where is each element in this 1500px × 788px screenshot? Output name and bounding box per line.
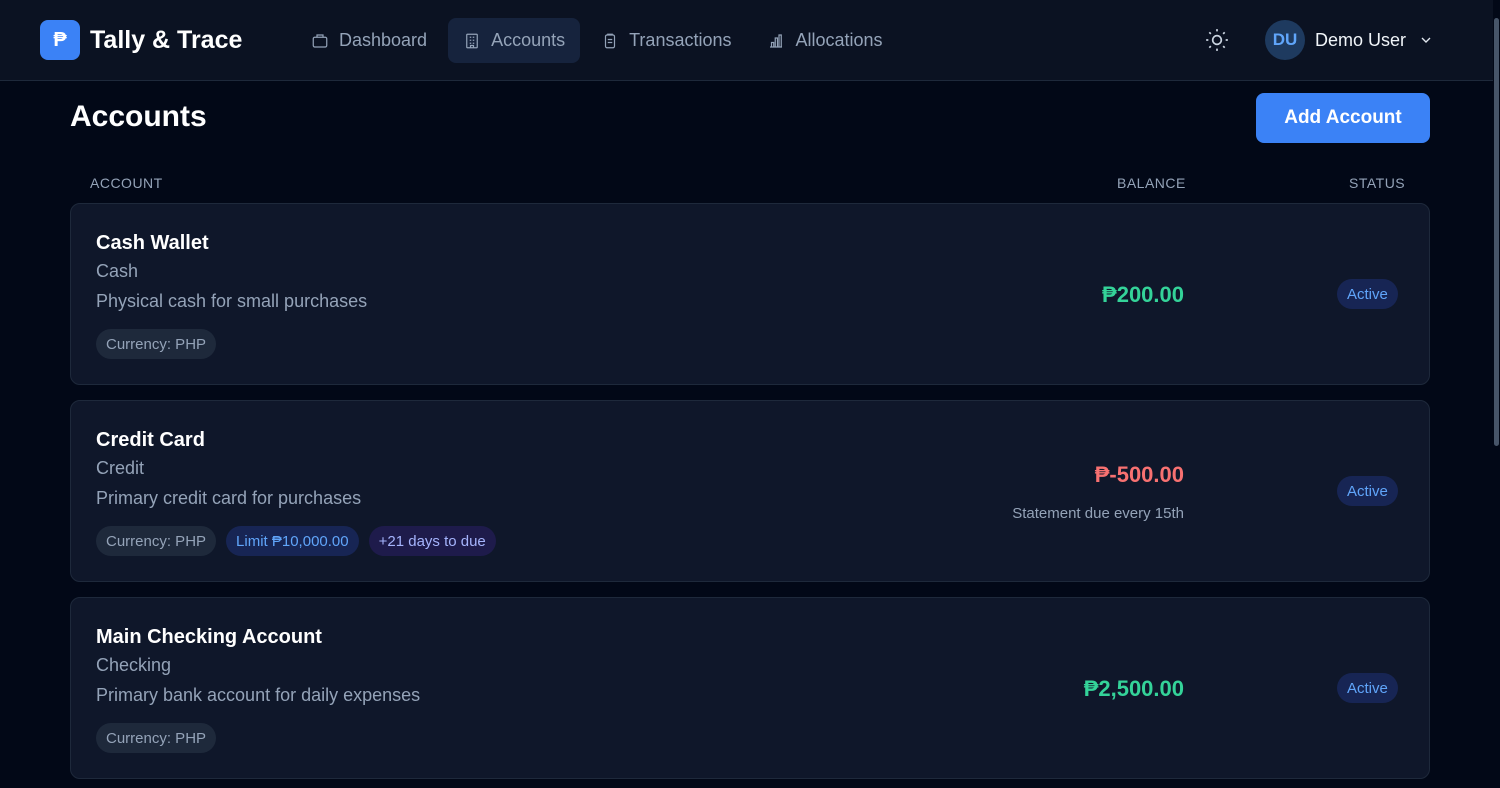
statement-due-note: Statement due every 15th — [1012, 505, 1184, 522]
account-balance: ₱200.00 — [1102, 282, 1184, 307]
peso-logo-icon: ₱ — [40, 20, 80, 60]
nav-transactions-label: Transactions — [629, 30, 732, 50]
status-badge: Active — [1337, 279, 1398, 309]
account-type: Credit — [96, 458, 145, 478]
sun-icon — [1206, 29, 1228, 51]
top-navbar: ₱ Tally & Trace Dashboard Accounts Trans… — [0, 0, 1500, 81]
nav-allocations[interactable]: Allocations — [752, 18, 897, 63]
currency-tag: Currency: PHP — [96, 526, 217, 556]
building-icon — [466, 33, 478, 48]
due-days-tag: +21 days to due — [368, 526, 496, 556]
brand[interactable]: ₱ Tally & Trace — [40, 20, 242, 60]
account-description: Primary bank account for daily expenses — [96, 685, 421, 705]
account-tags: Currency: PHP — [96, 329, 217, 359]
clipboard-icon — [605, 33, 616, 48]
account-type: Checking — [96, 655, 172, 675]
account-description: Physical cash for small purchases — [96, 291, 368, 311]
page-scrollbar-thumb[interactable] — [1494, 18, 1499, 446]
currency-tag: Currency: PHP — [96, 329, 217, 359]
column-header-balance: BALANCE — [1117, 175, 1186, 191]
account-name: Credit Card — [96, 429, 205, 451]
wallet-icon — [312, 33, 328, 48]
bar-chart-icon — [770, 33, 783, 48]
account-card-main-checking[interactable]: Main Checking Account Checking Primary b… — [70, 597, 1430, 779]
account-type: Cash — [96, 261, 139, 281]
account-tags: Currency: PHP Limit ₱10,000.00 +21 days … — [96, 526, 496, 556]
avatar: DU — [1265, 20, 1305, 60]
account-tags: Currency: PHP — [96, 723, 217, 753]
user-menu[interactable]: DU Demo User — [1265, 20, 1434, 60]
nav-dashboard-label: Dashboard — [339, 30, 428, 50]
page-title: Accounts — [70, 100, 207, 133]
column-header-account: ACCOUNT — [90, 175, 163, 191]
theme-toggle-button[interactable] — [1204, 27, 1230, 53]
status-badge: Active — [1337, 476, 1398, 506]
account-balance: ₱-500.00 — [1094, 462, 1184, 487]
chevron-down-icon — [1418, 32, 1434, 48]
nav-dashboard[interactable]: Dashboard — [296, 18, 442, 63]
account-card-credit-card[interactable]: Credit Card Credit Primary credit card f… — [70, 400, 1430, 582]
column-header-status: STATUS — [1349, 175, 1406, 191]
user-name: Demo User — [1315, 29, 1407, 50]
nav-allocations-label: Allocations — [795, 30, 883, 50]
account-name: Main Checking Account — [96, 626, 322, 648]
status-badge: Active — [1337, 673, 1398, 703]
nav-accounts[interactable]: Accounts — [448, 18, 581, 63]
nav-transactions[interactable]: Transactions — [586, 18, 746, 63]
account-balance: ₱2,500.00 — [1083, 676, 1184, 701]
credit-limit-tag: Limit ₱10,000.00 — [226, 526, 359, 556]
currency-tag: Currency: PHP — [96, 723, 217, 753]
account-description: Primary credit card for purchases — [96, 488, 362, 508]
main-nav: Dashboard Accounts Transactions Allocati… — [296, 18, 898, 63]
nav-accounts-label: Accounts — [491, 30, 566, 50]
account-name: Cash Wallet — [96, 232, 209, 254]
add-account-button[interactable]: Add Account — [1256, 93, 1430, 143]
app-name: Tally & Trace — [90, 25, 243, 54]
account-card-cash-wallet[interactable]: Cash Wallet Cash Physical cash for small… — [70, 203, 1430, 385]
